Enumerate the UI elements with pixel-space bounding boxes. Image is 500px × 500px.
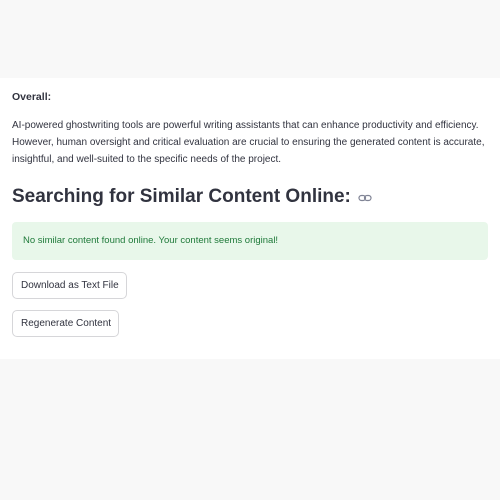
regenerate-content-button[interactable]: Regenerate Content <box>12 310 119 337</box>
search-heading: Searching for Similar Content Online: <box>12 186 351 207</box>
main-content: Overall: AI-powered ghostwriting tools a… <box>0 78 500 359</box>
download-text-file-button[interactable]: Download as Text File <box>12 272 127 299</box>
originality-success-alert: No similar content found online. Your co… <box>12 222 488 260</box>
link-icon[interactable] <box>358 193 372 203</box>
app-page: Overall: AI-powered ghostwriting tools a… <box>0 0 500 500</box>
link-icon-graphic <box>358 194 372 202</box>
search-heading-row: Searching for Similar Content Online: <box>12 184 489 210</box>
overall-paragraph: AI-powered ghostwriting tools are powerf… <box>12 120 485 165</box>
overall-label: Overall: <box>12 91 52 103</box>
